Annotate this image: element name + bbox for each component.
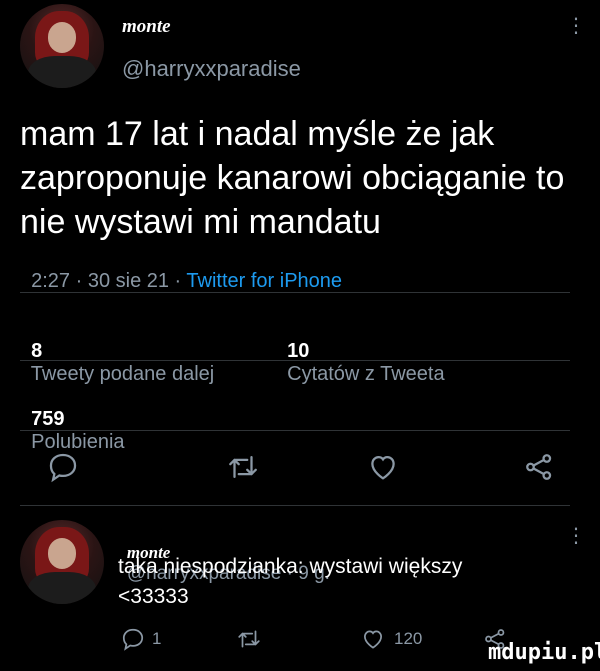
tweet-source-link[interactable]: Twitter for iPhone	[186, 270, 342, 292]
retweets-count: 8	[31, 340, 43, 362]
divider	[20, 360, 570, 361]
quotes-count: 10	[287, 340, 310, 362]
likes-stat[interactable]: 759 Polubienia	[20, 385, 124, 454]
like-icon	[360, 626, 386, 652]
retweets-stat[interactable]: 8 Tweety podane dalej	[20, 317, 214, 386]
tweet-text-line: nie wystawi mi mandatu	[20, 203, 381, 241]
share-icon[interactable]	[522, 450, 556, 484]
more-options-icon[interactable]: ⋮	[566, 16, 586, 36]
reply-icon	[120, 626, 146, 652]
likes-count: 759	[31, 408, 65, 430]
reply-like-count: 120	[394, 629, 423, 648]
tweet-text: mam 17 lat i nadal myśle że jak zapropon…	[20, 112, 595, 244]
reply-reply-count: 1	[152, 629, 162, 648]
divider	[20, 292, 570, 293]
reply-icon[interactable]	[46, 450, 80, 484]
retweet-icon[interactable]	[226, 450, 260, 484]
reply-reply-action[interactable]: 1	[120, 626, 161, 652]
reply-text-line: <33333	[118, 585, 189, 608]
reply-retweet-icon[interactable]	[236, 626, 262, 652]
tweet-text-line: mam 17 lat i nadal myśle że jak	[20, 115, 495, 153]
retweets-label: Tweety podane dalej	[30, 363, 215, 385]
divider	[20, 505, 570, 506]
reply-text: taka niespodzianka: wystawi większy <333…	[118, 552, 462, 612]
author-avatar[interactable]	[20, 4, 104, 88]
reply-more-options-icon[interactable]: ⋮	[566, 526, 586, 546]
reply-like-action[interactable]: 120	[360, 626, 422, 652]
quotes-stat[interactable]: 10 Cytatów z Tweeta	[276, 317, 445, 386]
author-handle[interactable]: @harryxxparadise	[122, 56, 301, 82]
divider	[20, 430, 570, 431]
quotes-label: Cytatów z Tweeta	[287, 363, 445, 385]
reply-author-avatar[interactable]	[20, 520, 104, 604]
tweet-timestamp: 2:27 · 30 sie 21 ·	[31, 270, 187, 292]
like-icon[interactable]	[366, 450, 400, 484]
reply-text-line: taka niespodzianka: wystawi większy	[118, 555, 463, 578]
tweet-meta: 2:27 · 30 sie 21 · Twitter for iPhone	[20, 247, 342, 293]
author-name[interactable]: monte	[122, 16, 171, 38]
watermark: mdupiu.pl	[488, 640, 600, 665]
tweet-text-line: zaproponuje kanarowi obciąganie to	[20, 159, 565, 197]
